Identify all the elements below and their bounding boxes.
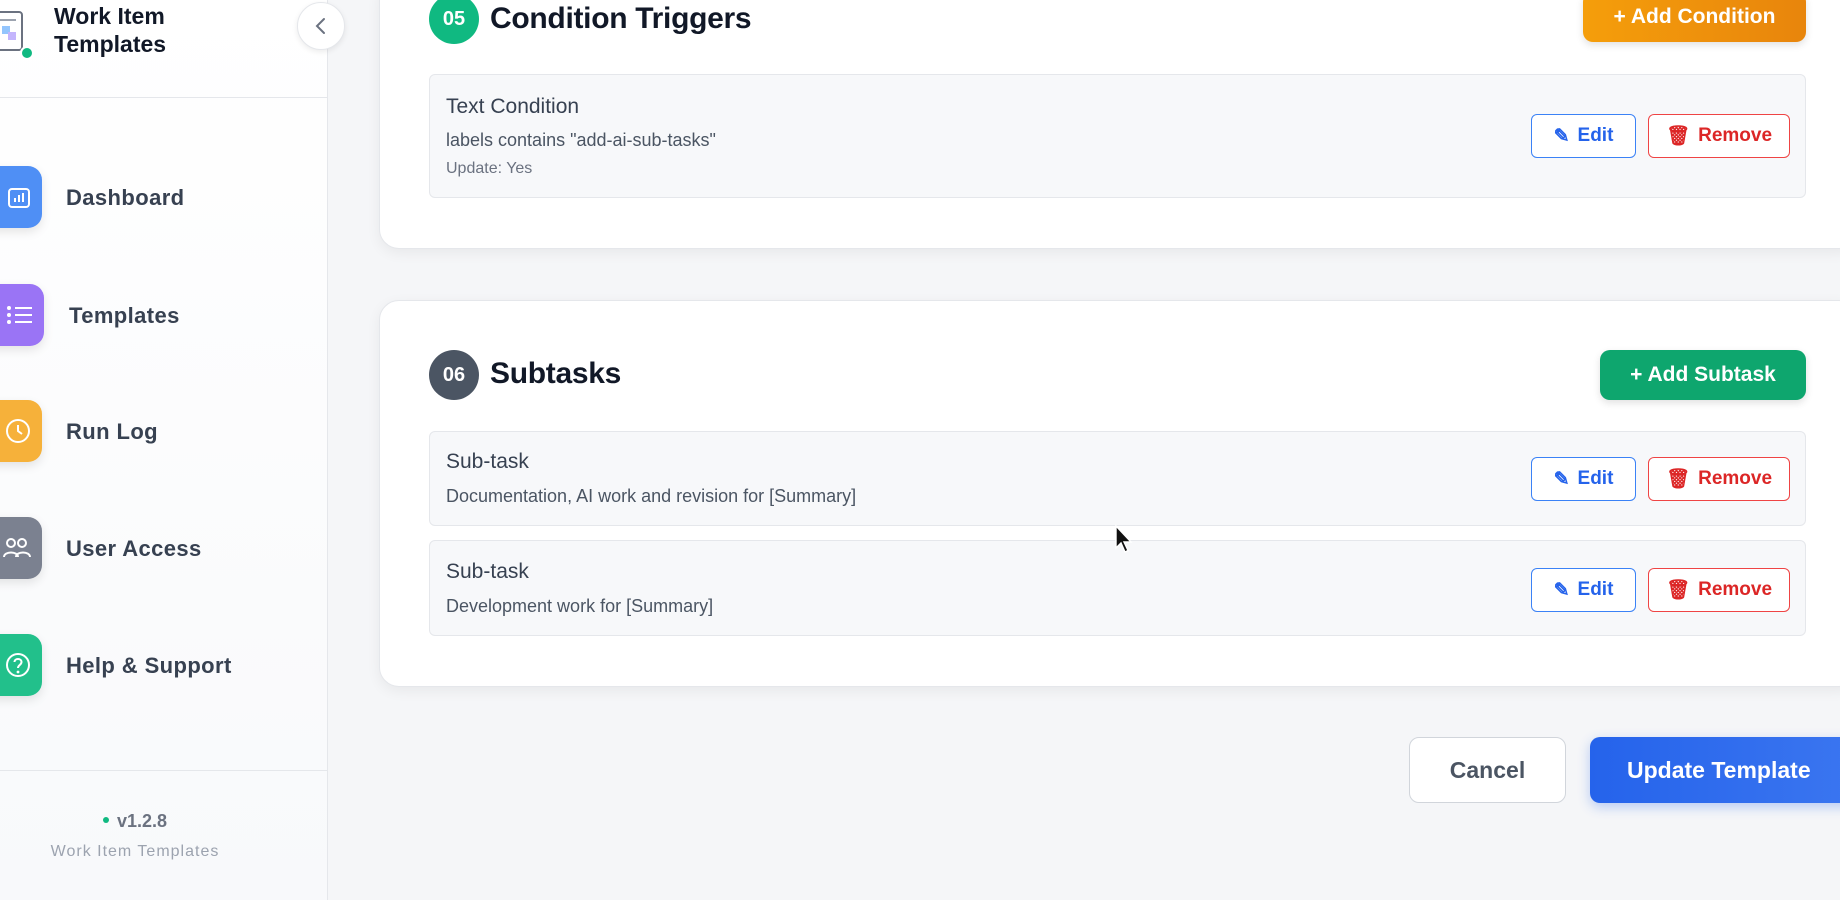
brand: Work Item Templates [0, 0, 327, 98]
item-title: Text Condition [446, 95, 580, 118]
chart-icon [0, 166, 42, 228]
update-template-button[interactable]: Update Template [1590, 737, 1840, 803]
cancel-button[interactable]: Cancel [1409, 737, 1566, 803]
edit-button[interactable]: ✎ Edit [1531, 568, 1636, 612]
version-label: v1.2.8 [0, 811, 270, 832]
chevron-left-icon [315, 18, 325, 34]
item-meta: Update: Yes [446, 160, 533, 177]
add-condition-button[interactable]: + Add Condition [1583, 0, 1806, 42]
nav-label: Run Log [66, 419, 158, 444]
edit-button[interactable]: ✎ Edit [1531, 457, 1636, 501]
remove-label: Remove [1698, 468, 1773, 489]
list-item: Sub-task Documentation, AI work and revi… [429, 431, 1806, 526]
nav-item-templates[interactable]: Templates [0, 284, 300, 346]
nav-label: User Access [66, 536, 202, 561]
edit-button[interactable]: ✎ Edit [1531, 114, 1636, 158]
remove-label: Remove [1698, 125, 1773, 146]
trash-icon: 🗑 [1665, 126, 1691, 147]
remove-button[interactable]: 🗑 Remove [1648, 568, 1790, 612]
step-badge: 06 [429, 350, 479, 400]
nav-item-help-support[interactable]: Help & Support [0, 634, 300, 696]
nav-item-run-log[interactable]: Run Log [0, 400, 300, 462]
mouse-cursor-icon [1115, 524, 1133, 553]
remove-button[interactable]: 🗑 Remove [1648, 114, 1790, 158]
nav-item-dashboard[interactable]: Dashboard [0, 166, 300, 228]
footer-app-name: Work Item Templates [50, 843, 220, 860]
sidebar-footer: v1.2.8 Work Item Templates [0, 770, 327, 900]
item-description: Documentation, AI work and revision for … [446, 486, 857, 506]
nav-label: Help & Support [66, 653, 232, 678]
list-item: Text Condition labels contains "add-ai-s… [429, 74, 1806, 198]
pencil-icon: ✎ [1553, 468, 1570, 490]
item-title: Sub-task [446, 450, 529, 473]
item-description: labels contains "add-ai-sub-tasks" [446, 130, 716, 150]
add-subtask-button[interactable]: + Add Subtask [1600, 350, 1806, 400]
list-item: Sub-task Development work for [Summary] … [429, 540, 1806, 636]
version-text: v1.2.8 [116, 811, 168, 831]
nav-item-user-access[interactable]: User Access [0, 517, 300, 579]
clock-icon [0, 400, 42, 462]
status-dot [102, 817, 109, 824]
remove-button[interactable]: 🗑 Remove [1648, 457, 1790, 501]
collapse-sidebar-button[interactable] [297, 2, 345, 50]
edit-label: Edit [1577, 579, 1614, 600]
edit-label: Edit [1577, 125, 1614, 146]
item-title: Sub-task [446, 560, 529, 583]
trash-icon: 🗑 [1665, 580, 1691, 601]
pencil-icon: ✎ [1553, 125, 1570, 147]
section-title: Subtasks [490, 357, 621, 390]
remove-label: Remove [1698, 579, 1773, 600]
list-icon [0, 284, 44, 346]
app-title: Work Item Templates [54, 3, 167, 57]
edit-label: Edit [1577, 468, 1614, 489]
nav-label: Dashboard [66, 185, 185, 210]
online-status-dot [20, 46, 34, 60]
pencil-icon: ✎ [1553, 579, 1570, 601]
help-icon [0, 634, 42, 696]
users-icon [0, 517, 42, 579]
nav-label: Templates [69, 303, 180, 328]
trash-icon: 🗑 [1665, 469, 1691, 490]
section-title: Condition Triggers [490, 2, 752, 35]
item-description: Development work for [Summary] [446, 596, 714, 616]
sidebar: Work Item Templates Dashboard Templates … [0, 0, 345, 900]
